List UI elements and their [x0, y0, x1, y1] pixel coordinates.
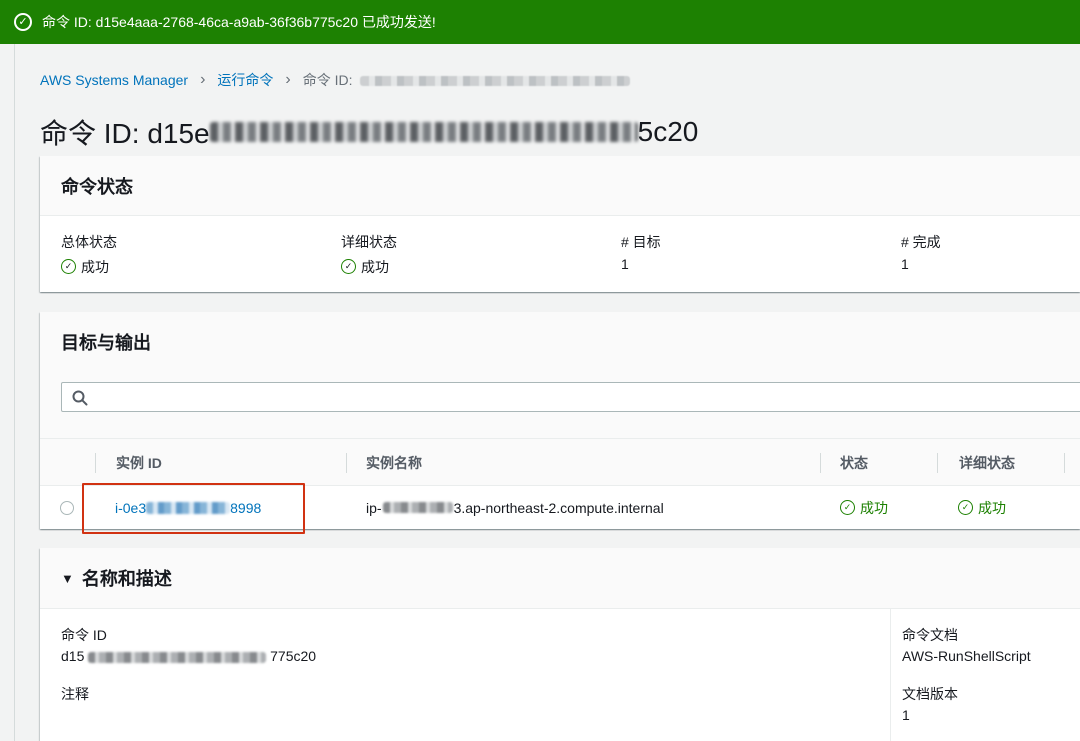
table-header: 实例 ID 实例名称 状态 详细状态 [40, 438, 1080, 486]
document-version-field: 文档版本 1 [902, 686, 958, 723]
comment-field: 注释 [61, 686, 89, 702]
column-instance-name[interactable]: 实例名称 [366, 439, 422, 487]
chevron-right-icon: › [285, 71, 291, 88]
document-field: 命令文档 AWS-RunShellScript [902, 627, 1031, 664]
success-flash-banner: ✓ 命令 ID: d15e4aaa-2768-46ca-a9ab-36f36b7… [0, 0, 1080, 44]
success-icon: ✓ [61, 259, 76, 274]
breadcrumb-current: 命令 ID: [303, 70, 631, 90]
redacted-text [209, 122, 638, 142]
search-input[interactable] [61, 382, 1080, 412]
page-title: 命令 ID: d15e 5c20 [40, 116, 699, 149]
completed-count: # 完成 1 [901, 234, 941, 272]
row-status: ✓ 成功 [840, 486, 888, 529]
chevron-right-icon: › [200, 71, 206, 88]
row-select-radio[interactable] [60, 500, 74, 515]
command-status-panel: 命令状态 总体状态 ✓ 成功 详细状态 ✓ 成功 # 目标 1 # 完成 1 [40, 156, 1080, 292]
command-status-heading: 命令状态 [40, 156, 1080, 216]
column-status[interactable]: 状态 [840, 439, 868, 487]
check-circle-icon: ✓ [14, 13, 32, 31]
success-icon: ✓ [840, 500, 855, 515]
instance-name: ip- 3.ap-northeast-2.compute.internal [366, 499, 664, 516]
breadcrumb: AWS Systems Manager › 运行命令 › 命令 ID: [40, 70, 631, 90]
flash-message: 命令 ID: d15e4aaa-2768-46ca-a9ab-36f36b775… [42, 14, 436, 30]
command-id-field: 命令 ID d15 775c20 [61, 627, 317, 664]
content-left-border [14, 44, 15, 741]
targets-count: # 目标 1 [621, 234, 661, 272]
description-heading[interactable]: ▼ 名称和描述 [40, 548, 1080, 609]
success-icon: ✓ [341, 259, 356, 274]
breadcrumb-systems-manager[interactable]: AWS Systems Manager [40, 72, 188, 88]
column-detailed-status[interactable]: 详细状态 [959, 439, 1015, 487]
redacted-text [382, 502, 453, 513]
highlight-annotation-box [82, 483, 305, 534]
detailed-status: 详细状态 ✓ 成功 [341, 234, 397, 275]
redacted-text [360, 76, 631, 87]
overall-status: 总体状态 ✓ 成功 [61, 234, 117, 275]
caret-down-icon: ▼ [61, 570, 74, 586]
breadcrumb-run-command[interactable]: 运行命令 [217, 70, 273, 90]
success-icon: ✓ [958, 500, 973, 515]
search-icon [72, 390, 88, 406]
column-instance-id[interactable]: 实例 ID [116, 439, 162, 487]
redacted-text [88, 651, 267, 663]
name-and-description-panel: ▼ 名称和描述 命令 ID d15 775c20 注释 命令文档 AWS-Run… [40, 548, 1080, 741]
targets-heading: 目标与输出 [40, 312, 1080, 372]
row-detailed-status: ✓ 成功 [958, 486, 1006, 529]
